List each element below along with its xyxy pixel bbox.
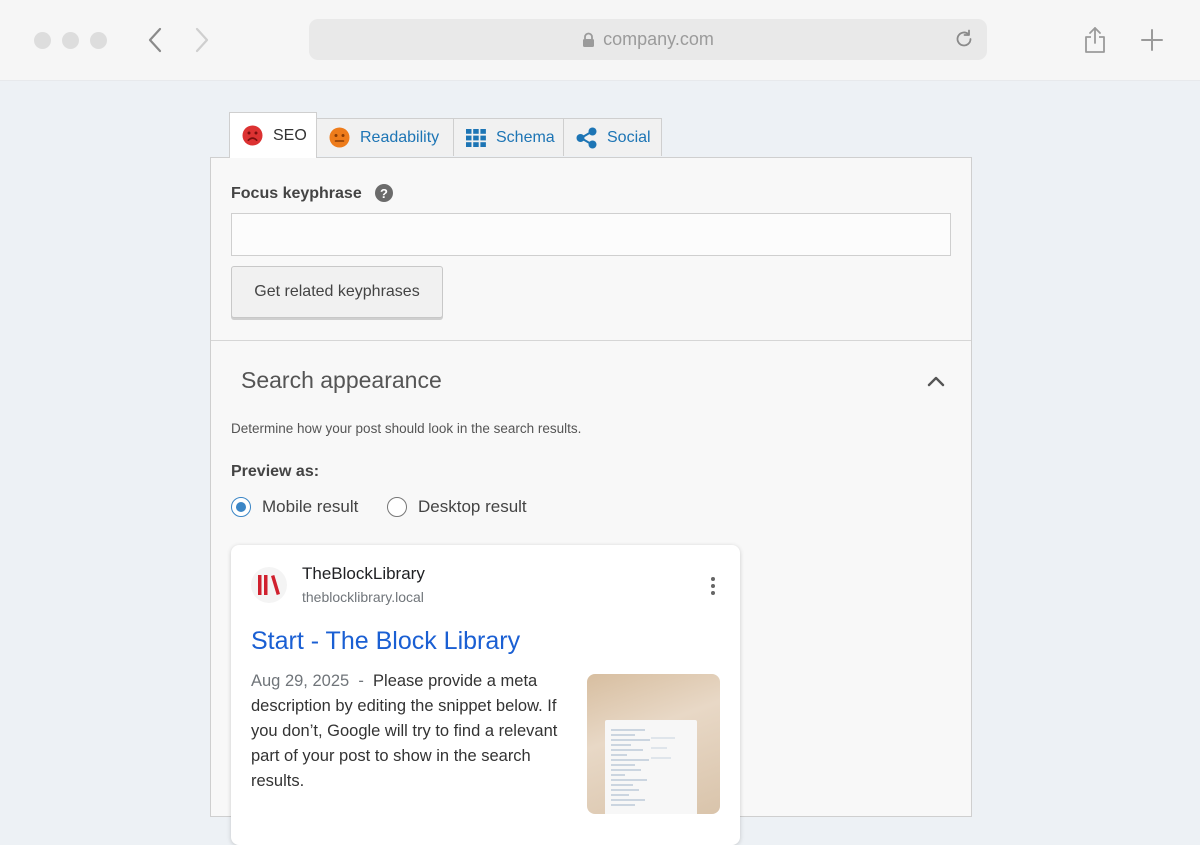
sad-face-icon [242,125,263,146]
tab-readability[interactable]: Readability [316,118,454,156]
search-appearance-description: Determine how your post should look in t… [231,421,582,436]
focus-keyphrase-label: Focus keyphrase [231,185,362,202]
radio-label: Mobile result [262,497,359,516]
window-zoom-button[interactable] [90,32,107,49]
tab-social[interactable]: Social [563,118,662,156]
book-library-icon [258,575,280,595]
get-related-keyphrases-button[interactable]: Get related keyphrases [231,266,443,318]
chevron-up-icon[interactable] [925,370,947,392]
help-icon[interactable]: ? [375,184,393,202]
tab-seo[interactable]: SEO [229,112,317,158]
reload-icon[interactable] [953,28,975,50]
desktop-result-radio[interactable]: Desktop result [387,497,527,517]
chevron-right-icon [195,27,209,53]
snippet-title[interactable]: Start - The Block Library [251,627,520,656]
radio-button[interactable] [387,497,407,517]
address-text: company.com [603,29,714,49]
focus-keyphrase-input[interactable] [231,213,951,256]
window-minimize-button[interactable] [62,32,79,49]
new-tab-icon[interactable] [1139,27,1165,53]
browser-toolbar: company.com [0,0,1200,81]
site-name: TheBlockLibrary [302,564,425,583]
snippet-description[interactable]: Aug 29, 2025 - Please provide a meta des… [251,669,571,794]
site-logo [251,567,287,603]
forward-button[interactable] [187,26,215,54]
tab-label: Social [607,128,651,146]
back-button[interactable] [142,26,170,54]
more-vertical-icon[interactable] [709,576,717,596]
address-bar[interactable]: company.com [309,19,987,60]
site-url: theblocklibrary.local [302,589,424,605]
tab-schema[interactable]: Schema [453,118,564,156]
mobile-result-radio[interactable]: Mobile result [231,497,358,517]
radio-label: Desktop result [418,497,527,516]
tab-label: Readability [360,128,440,146]
neutral-face-icon [329,127,350,148]
snippet-date: Aug 29, 2025 [251,672,350,690]
section-divider [211,340,971,341]
tab-label: SEO [273,126,307,144]
lock-icon [583,32,595,47]
snippet-thumbnail [587,674,720,814]
seo-panel: Focus keyphrase ? Get related keyphrases… [210,157,972,845]
share-nodes-icon [576,127,597,149]
thumbnail-document [605,720,697,814]
search-appearance-title[interactable]: Search appearance [241,367,442,394]
share-icon[interactable] [1082,26,1108,54]
radio-button[interactable] [231,497,251,517]
grid-icon [466,128,486,147]
tab-label: Schema [496,128,555,146]
chevron-left-icon [148,27,162,53]
window-close-button[interactable] [34,32,51,49]
preview-as-label: Preview as: [231,463,320,480]
snippet-preview-card[interactable]: TheBlockLibrary theblocklibrary.local St… [231,545,740,845]
